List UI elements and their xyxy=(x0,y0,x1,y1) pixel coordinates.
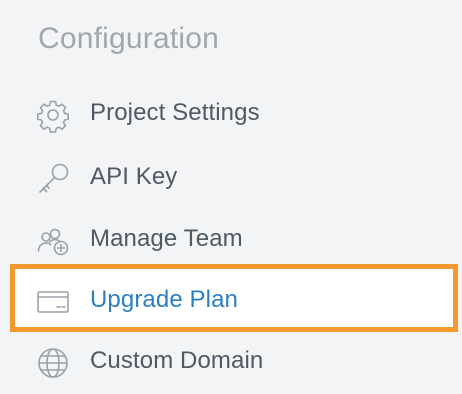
key-icon xyxy=(36,162,70,196)
nav-label-manage-team: Manage Team xyxy=(90,225,243,252)
nav-item-upgrade-plan[interactable]: Upgrade Plan xyxy=(0,273,462,329)
nav-label-api-key: API Key xyxy=(90,163,178,190)
nav-item-custom-domain[interactable]: Custom Domain xyxy=(0,334,462,390)
team-add-icon xyxy=(36,224,70,258)
nav-item-project-settings[interactable]: Project Settings xyxy=(0,86,462,142)
globe-icon xyxy=(36,346,70,380)
section-title: Configuration xyxy=(38,22,220,55)
configuration-panel: Configuration Project Settings API Key M… xyxy=(0,0,462,394)
nav-item-api-key[interactable]: API Key xyxy=(0,150,462,206)
nav-label-project-settings: Project Settings xyxy=(90,99,260,126)
credit-card-icon xyxy=(36,285,70,319)
nav-item-manage-team[interactable]: Manage Team xyxy=(0,212,462,268)
nav-label-upgrade-plan: Upgrade Plan xyxy=(90,286,238,313)
nav-label-custom-domain: Custom Domain xyxy=(90,347,264,374)
gear-icon xyxy=(36,98,70,133)
